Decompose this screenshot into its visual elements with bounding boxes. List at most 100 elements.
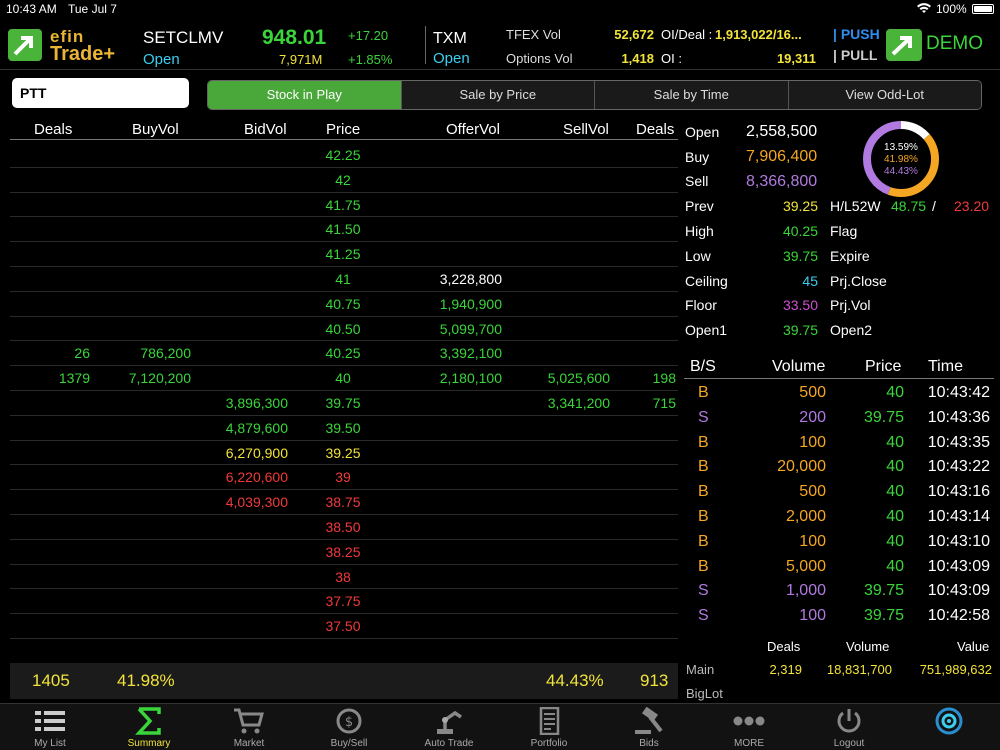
trade-time-cell: 10:43:10 <box>927 532 990 550</box>
price-cell: 40.75 <box>325 295 361 312</box>
order-book-row[interactable]: 41.25 <box>10 242 678 267</box>
tab-summary[interactable]: Summary <box>99 704 199 750</box>
status-time: 10:43 AM <box>6 2 57 16</box>
price-cell: 42 <box>335 171 351 188</box>
buy-deals-cell: 26 <box>74 345 90 362</box>
order-book-row[interactable]: 42 <box>10 168 678 193</box>
col-offervol: OfferVol <box>446 121 500 138</box>
stat-open-label: Open <box>685 124 720 140</box>
trade-row[interactable]: B 100 40 10:43:35 <box>684 431 994 456</box>
tab-stock-in-play[interactable]: Stock in Play <box>208 81 402 109</box>
tab-refresh[interactable] <box>899 704 999 750</box>
order-book-row[interactable]: 4,879,600 39.50 <box>10 416 678 441</box>
summary-main-deals: 2,319 <box>769 662 802 677</box>
order-book-row[interactable]: 41 3,228,800 <box>10 267 678 292</box>
price-cell: 39.50 <box>325 419 361 436</box>
price-cell: 39 <box>335 469 351 486</box>
summary-main-label: Main <box>686 662 715 677</box>
tab-sale-by-time[interactable]: Sale by Time <box>595 81 789 109</box>
price-cell: 38 <box>335 568 351 585</box>
summary-col-value: Value <box>957 639 990 654</box>
stat-open1-value: 39.75 <box>782 322 818 338</box>
order-book-row[interactable]: 40.50 5,099,700 <box>10 317 678 342</box>
trade-row[interactable]: B 5,000 40 10:43:09 <box>684 555 994 580</box>
view-tabs: Stock in Play Sale by Price Sale by Time… <box>207 80 982 110</box>
tab-market[interactable]: Market <box>199 704 299 750</box>
col-price: Price <box>326 121 361 138</box>
trade-row[interactable]: B 20,000 40 10:43:22 <box>684 455 994 480</box>
order-book-row[interactable]: 42.25 <box>10 143 678 168</box>
trade-price-cell: 40 <box>886 508 904 525</box>
order-book-row[interactable]: 38 <box>10 565 678 590</box>
footer-buy-pct: 41.98% <box>117 671 175 690</box>
col-bidvol: BidVol <box>244 121 287 138</box>
footer-buy-deals: 1405 <box>32 671 70 690</box>
price-cell: 40.25 <box>325 345 361 362</box>
trade-time-cell: 10:43:35 <box>927 433 990 451</box>
stat-hl52w-low: 23.20 <box>954 198 990 214</box>
battery-percent: 100% <box>936 2 967 16</box>
trade-time-cell: 10:43:14 <box>927 508 990 525</box>
trade-volume-cell: 1,000 <box>785 582 826 600</box>
tab-bids[interactable]: Bids <box>599 704 699 750</box>
index-change-pct: +1.85% <box>348 52 393 67</box>
trade-row[interactable]: B 2,000 40 10:43:14 <box>684 505 994 530</box>
trade-row[interactable]: S 200 39.75 10:43:36 <box>684 406 994 431</box>
order-book-row[interactable]: 37.75 <box>10 589 678 615</box>
order-book-row[interactable]: 38.25 <box>10 540 678 565</box>
order-book-row[interactable]: 41.50 <box>10 217 678 243</box>
stat-sell-label: Sell <box>685 173 709 189</box>
trades-header: B/S Volume Price Time <box>684 357 994 379</box>
price-cell: 41.25 <box>325 246 361 263</box>
svg-text:$: $ <box>345 715 353 730</box>
footer-sell-deals: 913 <box>640 671 669 690</box>
tab-buy-sell[interactable]: $ Buy/Sell <box>299 704 399 750</box>
trade-row[interactable]: B 500 40 10:43:16 <box>684 480 994 505</box>
col-trade-price: Price <box>865 358 902 375</box>
trade-row[interactable]: B 500 40 10:43:42 <box>684 381 994 406</box>
order-book-row[interactable]: 41.75 <box>10 193 678 218</box>
trade-row[interactable]: S 1,000 39.75 10:43:09 <box>684 579 994 604</box>
col-sellvol: SellVol <box>563 121 609 138</box>
order-book-row[interactable]: 40.75 1,940,900 <box>10 292 678 317</box>
buyvol-cell: 7,120,200 <box>128 370 191 387</box>
tab-logout[interactable]: Logout <box>799 704 899 750</box>
order-book-row[interactable]: 3,896,300 39.75 3,341,200 715 <box>10 391 678 416</box>
trade-row[interactable]: S 100 39.75 10:42:58 <box>684 604 994 629</box>
col-trade-volume: Volume <box>772 358 826 375</box>
tab-my-list[interactable]: My List <box>0 704 100 750</box>
order-book-row[interactable]: 1379 7,120,200 40 2,180,100 5,025,600 198 <box>10 366 678 391</box>
order-book-row[interactable]: 4,039,300 38.75 <box>10 490 678 515</box>
sell-deals-cell: 198 <box>652 370 676 387</box>
pull-toggle[interactable]: | PULL <box>833 47 877 63</box>
order-book-row[interactable]: 38.50 <box>10 515 678 540</box>
tab-auto-trade[interactable]: Auto Trade <box>399 704 499 750</box>
stat-low-value: 39.75 <box>782 248 818 264</box>
price-cell: 41 <box>335 271 351 287</box>
order-book-row[interactable]: 26 786,200 40.25 3,392,100 <box>10 341 678 367</box>
tab-view-odd-lot[interactable]: View Odd-Lot <box>788 81 981 109</box>
tab-more[interactable]: MORE <box>699 704 799 750</box>
tab-portfolio[interactable]: Portfolio <box>499 704 599 750</box>
sigma-icon <box>135 707 161 735</box>
stat-open2-label: Open2 <box>830 322 873 338</box>
trade-row[interactable]: B 100 40 10:43:10 <box>684 530 994 555</box>
trade-time-cell: 10:42:58 <box>927 607 990 625</box>
trade-time-cell: 10:43:42 <box>927 384 990 401</box>
col-buyvol: BuyVol <box>132 121 179 138</box>
robot-arm-icon <box>437 710 462 734</box>
symbol-search-input[interactable]: PTT <box>12 78 189 108</box>
push-toggle[interactable]: | PUSH <box>833 26 880 42</box>
trade-volume-cell: 20,000 <box>777 458 826 476</box>
tfex-vol-value: 52,672 <box>614 27 654 42</box>
offervol-cell: 1,940,900 <box>439 295 502 312</box>
index-status: Open <box>143 51 180 68</box>
trade-price-cell: 39.75 <box>863 582 904 600</box>
order-book-row[interactable]: 37.50 <box>10 614 678 639</box>
trade-time-cell: 10:43:36 <box>927 408 990 426</box>
index-name[interactable]: SETCLMV <box>143 28 223 48</box>
tab-sale-by-price[interactable]: Sale by Price <box>401 81 595 109</box>
order-book-row[interactable]: 6,270,900 39.25 <box>10 441 678 466</box>
order-book-row[interactable]: 6,220,600 39 <box>10 465 678 491</box>
txm-name[interactable]: TXM <box>433 30 467 48</box>
